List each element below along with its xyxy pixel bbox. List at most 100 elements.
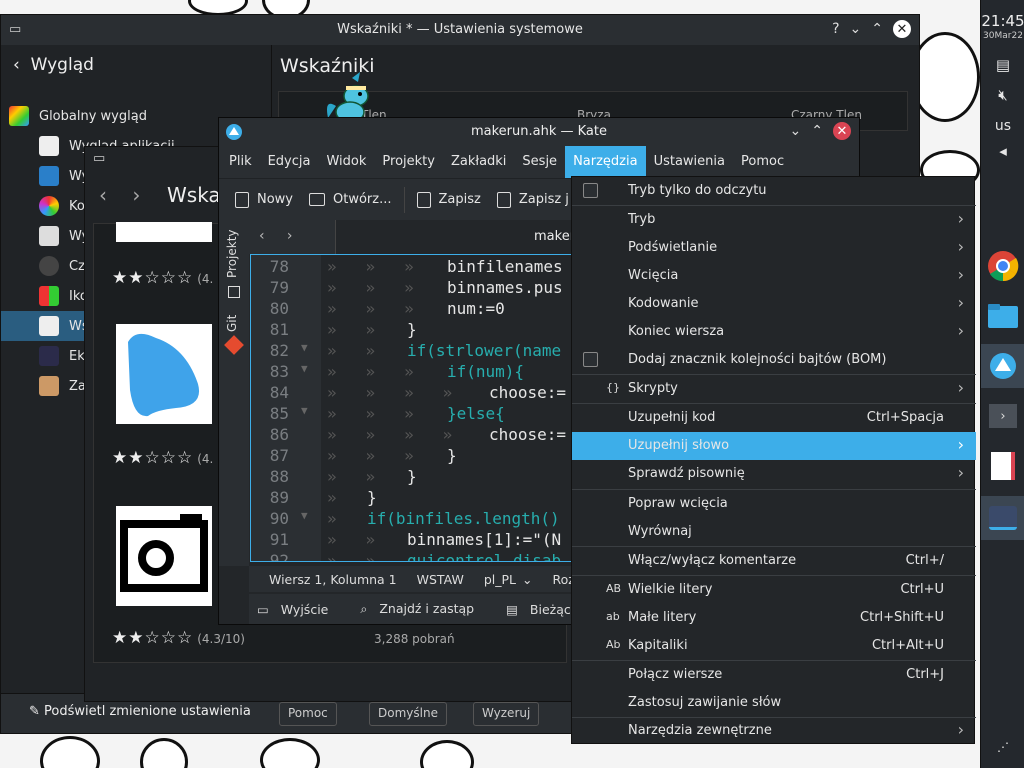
chrome-task-button[interactable]: [981, 244, 1024, 288]
settings-task-button[interactable]: [981, 496, 1024, 540]
menu-item-encoding[interactable]: Kodowanie ›: [572, 290, 976, 318]
reset-button[interactable]: Wyzeruj: [473, 702, 540, 726]
save-button[interactable]: Zapisz: [409, 191, 489, 208]
menu-projects[interactable]: Projekty: [374, 146, 443, 178]
theme-thumbnail[interactable]: [116, 324, 212, 424]
dictionary-language[interactable]: pl_PL: [484, 572, 516, 587]
colors-icon: [39, 196, 59, 216]
settings-titlebar: ▭ Wskaźniki * — Ustawienia systemowe ? ⌄…: [1, 15, 919, 45]
menu-item-read-only[interactable]: Tryb tylko do odczytu: [572, 177, 976, 205]
rating-stars: ★★☆☆☆ (4.3/10): [112, 628, 245, 648]
sidebar-item-label: Ko: [69, 198, 85, 214]
menu-item-indentation[interactable]: Wcięcia ›: [572, 262, 976, 290]
chevron-right-icon: ›: [957, 720, 964, 739]
menu-file[interactable]: Plik: [221, 146, 260, 178]
menu-item-end-of-line[interactable]: Koniec wiersza ›: [572, 318, 976, 346]
open-label: Otwórz...: [333, 192, 392, 207]
cursor-position[interactable]: Wiersz 1, Kolumna 1: [269, 572, 397, 587]
menu-item-mode[interactable]: Tryb ›: [572, 206, 976, 234]
highlight-label: Podświetl zmienione ustawienia: [44, 704, 251, 719]
close-icon[interactable]: ✕: [833, 122, 851, 140]
back-button[interactable]: ‹ Wygląd: [13, 55, 94, 75]
theme-thumbnail[interactable]: [116, 506, 212, 606]
menu-item-external-tools[interactable]: Narzędzia zewnętrzne ›: [572, 717, 976, 745]
kate-titlebar: makerun.ahk — Kate ⌄ ⌃ ✕: [219, 118, 859, 146]
menu-item-uppercase[interactable]: AB Wielkie litery Ctrl+U: [572, 576, 976, 604]
save-icon: [416, 191, 431, 208]
global-theme-icon: [9, 106, 29, 126]
menu-item-complete-word[interactable]: Uzupełnij słowo ›: [572, 432, 976, 460]
code-editor[interactable]: 78» » » binfilenames 79» » » binnames.pu…: [250, 254, 610, 562]
keyboard-layout[interactable]: us: [981, 118, 1024, 134]
menu-item-align[interactable]: Wyrównaj: [572, 518, 976, 546]
chevron-down-icon[interactable]: ⌄: [522, 572, 532, 587]
maximize-icon[interactable]: ⌃: [811, 123, 823, 139]
search-replace-label: Znajdź i zastąp: [379, 601, 475, 616]
minimize-icon[interactable]: ⌄: [790, 123, 802, 139]
maximize-icon[interactable]: ⌃: [871, 21, 883, 37]
close-icon[interactable]: ✕: [893, 20, 911, 38]
menu-sessions[interactable]: Sesje: [514, 146, 565, 178]
clipboard-icon[interactable]: ▤: [981, 56, 1024, 74]
side-tab-git[interactable]: Git: [225, 315, 239, 332]
clock-date[interactable]: 30Mar22: [981, 31, 1024, 41]
text-editor-task-button[interactable]: [981, 444, 1024, 488]
menu-tools[interactable]: Narzędzia: [565, 146, 646, 178]
menu-item-spelling[interactable]: Sprawdź pisownię ›: [572, 460, 976, 488]
checkbox[interactable]: [583, 183, 598, 198]
defaults-button[interactable]: Domyślne: [369, 702, 447, 726]
dolphin-task-button[interactable]: [981, 294, 1024, 338]
menu-item-complete-code[interactable]: Uzupełnij kod Ctrl+Spacja: [572, 404, 976, 432]
rating-value: (4.: [197, 452, 214, 466]
search-replace-tab[interactable]: ⌕ Znajdź i zastąp: [360, 601, 486, 617]
plasma-style-icon: [39, 166, 59, 186]
toolbar-separator: [403, 186, 405, 213]
volume-muted-icon[interactable]: 🔇︎: [981, 86, 1024, 104]
kate-task-button[interactable]: [981, 344, 1024, 388]
menu-edit[interactable]: Edycja: [260, 146, 319, 178]
expand-tray-icon[interactable]: ◂: [981, 142, 1024, 160]
clock-time[interactable]: 21:45: [981, 12, 1024, 30]
help-button[interactable]: Pomoc: [279, 702, 337, 726]
menu-help[interactable]: Pomoc: [733, 146, 792, 178]
menu-item-capitalize[interactable]: Ab Kapitaliki Ctrl+Alt+U: [572, 632, 976, 660]
menu-bookmarks[interactable]: Zakładki: [443, 146, 514, 178]
menu-item-bom[interactable]: Dodaj znacznik kolejności bajtów (BOM): [572, 346, 976, 374]
tab-nav-arrows[interactable]: ‹ ›: [259, 228, 292, 244]
cursors-icon: [39, 316, 59, 336]
save-label: Zapisz: [438, 192, 481, 207]
input-mode[interactable]: WSTAW: [417, 572, 464, 587]
highlight-changed-button[interactable]: ✎ Podświetl zmienione ustawienia: [29, 704, 251, 719]
nav-arrows[interactable]: ‹ ›: [99, 183, 140, 207]
open-button[interactable]: Otwórz...: [301, 192, 399, 207]
output-tab[interactable]: ▭ Wyjście: [257, 602, 340, 617]
minimize-icon[interactable]: ⌄: [850, 21, 862, 37]
terminal-icon: ›: [989, 404, 1017, 428]
dialog-title: Wska: [167, 183, 221, 207]
new-label: Nowy: [257, 192, 294, 207]
menu-item-highlighting[interactable]: Podświetlanie ›: [572, 234, 976, 262]
checkbox[interactable]: [583, 352, 598, 367]
wallpaper-doodle: [910, 32, 980, 122]
menu-item-toggle-comment[interactable]: Włącz/wyłącz komentarze Ctrl+/: [572, 547, 976, 575]
menu-item-lowercase[interactable]: ab Małe litery Ctrl+Shift+U: [572, 604, 976, 632]
window-menu-icon[interactable]: ▭: [93, 151, 105, 166]
panel-configure-icon[interactable]: ⋰: [981, 740, 1024, 754]
menu-settings[interactable]: Ustawienia: [646, 146, 733, 178]
menu-view[interactable]: Widok: [318, 146, 374, 178]
new-button[interactable]: Nowy: [227, 191, 301, 208]
menu-item-reindent[interactable]: Popraw wcięcia: [572, 490, 976, 518]
help-icon[interactable]: ?: [832, 21, 839, 37]
save-as-button[interactable]: Zapisz j: [489, 191, 577, 208]
theme-thumbnail[interactable]: [116, 222, 212, 242]
side-tab-projects[interactable]: Projekty: [225, 229, 239, 278]
boot-icon: [39, 376, 59, 396]
menu-item-join-lines[interactable]: Połącz wiersze Ctrl+J: [572, 661, 976, 689]
menu-item-word-wrap[interactable]: Zastosuj zawijanie słów: [572, 689, 976, 717]
terminal-task-button[interactable]: ›: [981, 394, 1024, 438]
window-decorations-icon: [39, 226, 59, 246]
wallpaper-doodle: [140, 738, 188, 768]
app-style-icon: [39, 136, 59, 156]
right-panel: 21:45 30Mar22 ▤ 🔇︎ us ◂ › ⋰: [980, 0, 1024, 768]
menu-item-scripts[interactable]: {} Skrypty ›: [572, 375, 976, 403]
